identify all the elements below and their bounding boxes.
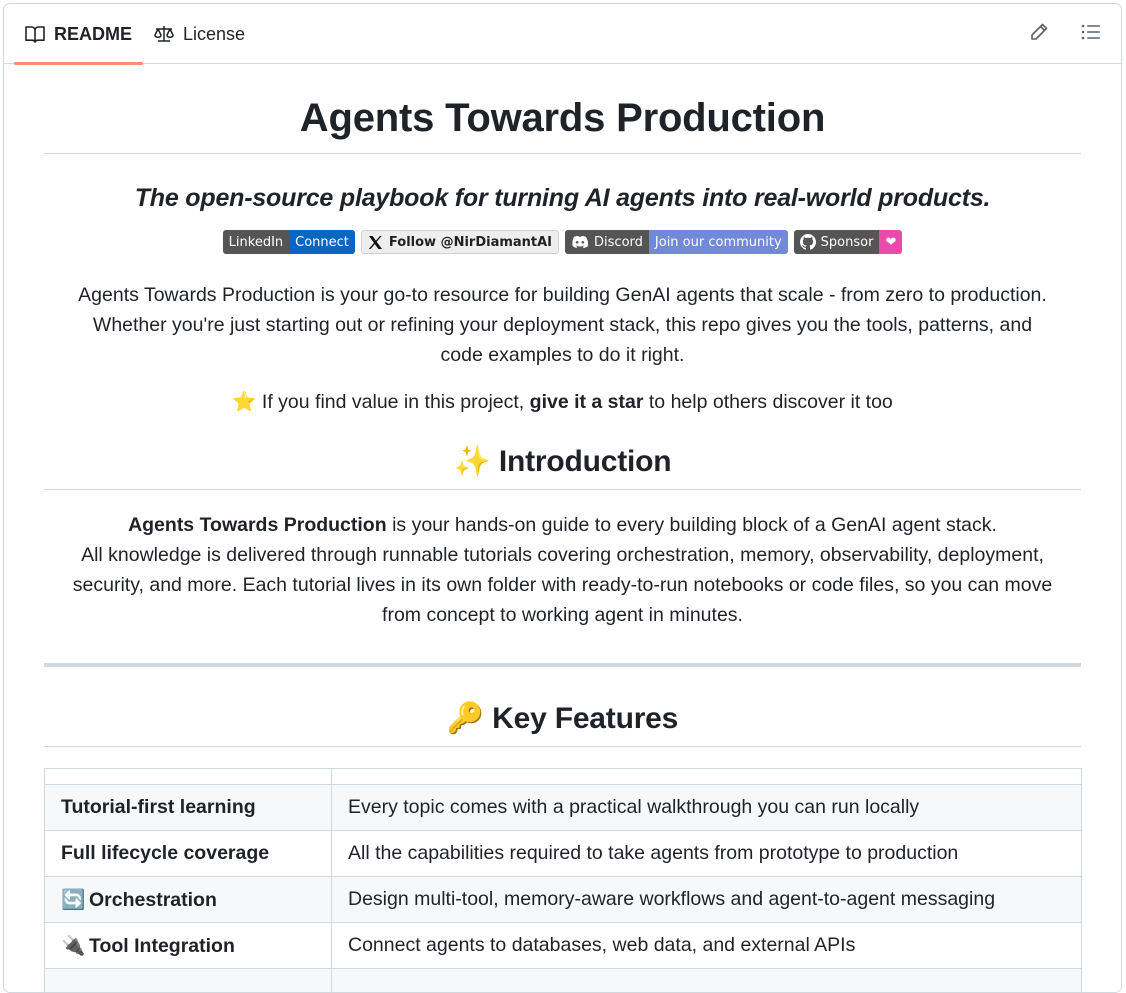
- description-cell: Design multi-tool, memory-aware workflow…: [332, 877, 1082, 923]
- book-icon: [25, 25, 45, 43]
- introduction-paragraph: Agents Towards Production is your hands-…: [44, 510, 1081, 630]
- edit-button[interactable]: [1027, 22, 1051, 46]
- intro-line: All knowledge is delivered through runna…: [44, 540, 1081, 570]
- table-row: Tutorial-first learning Every topic come…: [45, 785, 1082, 831]
- star-bold-text: give it a star: [530, 391, 644, 413]
- tab-license[interactable]: License: [143, 4, 256, 64]
- table-row: 🔄 Orchestration Design multi-tool, memory…: [45, 877, 1082, 923]
- description-cell: Connect agents to databases, web data, a…: [332, 923, 1082, 969]
- tab-readme-label: README: [54, 24, 132, 45]
- intro-line: Agents Towards Production is your hands-…: [44, 510, 1081, 540]
- intro-line: from concept to working agent in minutes…: [44, 600, 1081, 630]
- intro-paragraph: Agents Towards Production is your go-to …: [44, 280, 1081, 370]
- heart-icon: ❤: [879, 230, 902, 254]
- intro-line: code examples to do it right.: [44, 340, 1081, 370]
- scale-icon: [154, 25, 174, 43]
- features-table: Tutorial-first learning Every topic come…: [44, 768, 1082, 993]
- feature-cell: Tutorial-first learning: [45, 785, 332, 831]
- plug-icon: 🔌: [61, 934, 83, 958]
- key-icon: 🔑: [447, 702, 484, 735]
- x-logo-icon: [368, 235, 383, 250]
- key-features-heading: 🔑 Key Features: [44, 701, 1081, 747]
- tab-license-label: License: [183, 24, 245, 45]
- readme-title: Agents Towards Production: [44, 64, 1081, 154]
- description-cell: Every topic comes with a practical walkt…: [332, 785, 1082, 831]
- sparkles-icon: ✨: [454, 445, 491, 478]
- badge-label: Follow @NirDiamantAI: [361, 230, 559, 254]
- feature-cell: 🔌 Tool Integration: [45, 923, 332, 969]
- badge-label: Discord: [565, 230, 649, 254]
- table-row: Full lifecycle coverage All the capabili…: [45, 831, 1082, 877]
- readme-panel: README License Agents Towards Production…: [3, 3, 1122, 993]
- repeat-icon: 🔄: [61, 888, 83, 912]
- badge-label: LinkedIn: [223, 230, 289, 254]
- intro-line: Whether you're just starting out or refi…: [44, 310, 1081, 340]
- line-text: is your hands-on guide to every building…: [392, 514, 997, 536]
- star-text: If you find value in this project,: [262, 391, 524, 413]
- description-cell: All the capabilities required to take ag…: [332, 831, 1082, 877]
- star-callout: ⭐ If you find value in this project, giv…: [44, 390, 1081, 414]
- badge-row: LinkedIn Connect Follow @NirDiamantAI Di…: [44, 230, 1081, 254]
- table-header-row: [45, 769, 1082, 785]
- feature-name: Tool Integration: [89, 935, 235, 957]
- intro-line: security, and more. Each tutorial lives …: [44, 570, 1081, 600]
- badge-label: Sponsor: [794, 230, 880, 254]
- list-icon: [1081, 23, 1101, 46]
- star-text: to help others discover it too: [649, 391, 893, 413]
- pencil-icon: [1029, 22, 1049, 47]
- sponsor-badge[interactable]: Sponsor ❤: [794, 230, 903, 254]
- table-header-cell: [45, 769, 332, 785]
- introduction-heading: ✨ Introduction: [44, 444, 1081, 490]
- tab-bar: README License: [4, 4, 1121, 64]
- bold-text: Agents Towards Production: [128, 514, 387, 536]
- table-row: 🔌 Tool Integration Connect agents to data…: [45, 923, 1082, 969]
- discord-badge[interactable]: Discord Join our community: [565, 230, 788, 254]
- badge-text: Discord: [594, 235, 643, 250]
- x-follow-badge[interactable]: Follow @NirDiamantAI: [361, 230, 559, 254]
- badge-value: Join our community: [649, 230, 788, 254]
- feature-name: Tutorial-first learning: [61, 796, 256, 818]
- github-icon: [800, 234, 816, 250]
- description-cell: [332, 969, 1082, 993]
- outline-button[interactable]: [1079, 22, 1103, 46]
- heading-text: Introduction: [499, 445, 672, 478]
- table-row: [45, 969, 1082, 993]
- feature-cell: Full lifecycle coverage: [45, 831, 332, 877]
- tab-readme[interactable]: README: [14, 4, 143, 64]
- tagline: The open-source playbook for turning AI …: [44, 184, 1081, 213]
- discord-icon: [571, 235, 589, 249]
- badge-text: Follow @NirDiamantAI: [389, 235, 552, 250]
- feature-name: Full lifecycle coverage: [61, 842, 269, 864]
- badge-value: Connect: [289, 230, 355, 254]
- table-header-cell: [332, 769, 1082, 785]
- intro-line: Agents Towards Production is your go-to …: [44, 280, 1081, 310]
- badge-text: Sponsor: [821, 235, 874, 250]
- section-divider: [44, 663, 1081, 667]
- feature-name: Orchestration: [89, 889, 217, 911]
- feature-cell: 🔄 Orchestration: [45, 877, 332, 923]
- linkedin-badge[interactable]: LinkedIn Connect: [223, 230, 355, 254]
- heading-text: Key Features: [492, 702, 678, 735]
- star-icon: ⭐: [232, 391, 256, 413]
- feature-cell: [45, 969, 332, 993]
